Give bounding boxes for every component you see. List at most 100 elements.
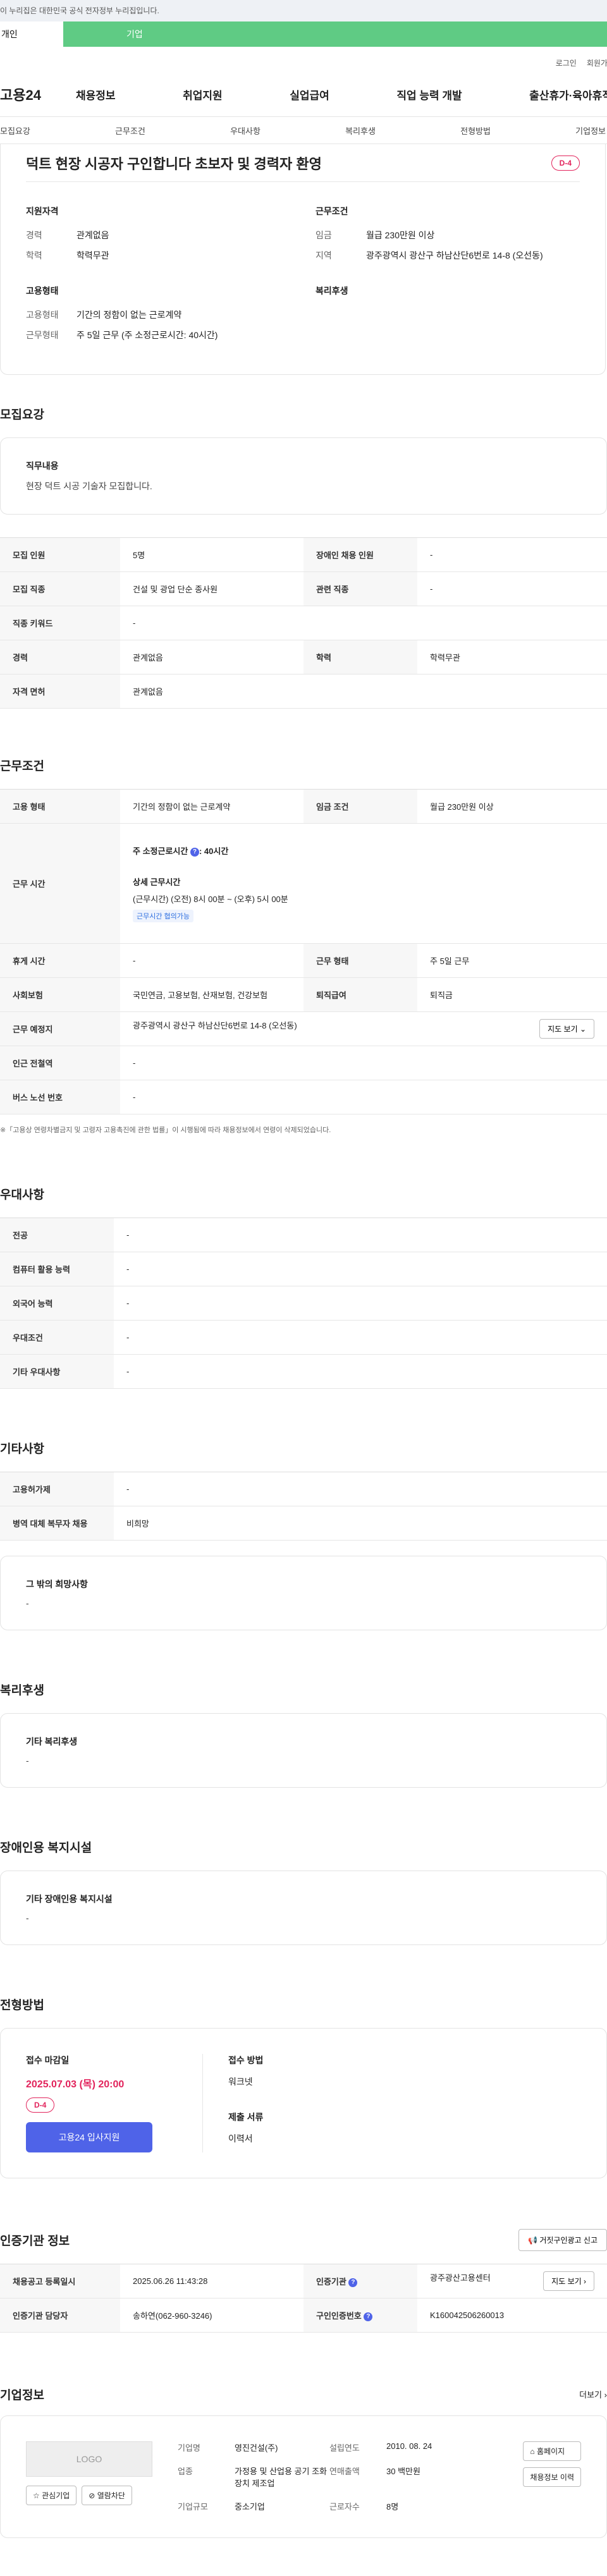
menu-jobs[interactable]: 채용정보 [76, 87, 116, 102]
anchor-conditions[interactable]: 근무조건 [115, 125, 145, 137]
homepage-button[interactable]: ⌂ 홈페이지 [523, 2441, 581, 2461]
employment-heading: 고용형태 [26, 286, 59, 296]
summary-grid: 지원자격 경력 관계없음 학력 학력무관 근무조건 임금 월급 230만원 이상 지역… [26, 182, 580, 349]
util-links: 로그인 회원가입 [0, 53, 607, 72]
apply-button[interactable]: 고용24 입사지원 [26, 2122, 152, 2152]
table-cell: 건설 및 광업 단순 종사원 [120, 571, 304, 606]
dday-badge: D-4 [26, 2097, 55, 2113]
summary-welfare: 복리후생 [316, 284, 580, 349]
anchor-preferences[interactable]: 우대사항 [230, 125, 261, 137]
table-cell: - [114, 1320, 607, 1355]
tab-company[interactable]: 기업 [63, 21, 253, 47]
block-button[interactable]: ⊘ 열람차단 [82, 2486, 132, 2505]
menu-unemployment-benefit[interactable]: 실업급여 [290, 87, 329, 102]
info-key: 연매출액 [329, 2467, 360, 2476]
menu-parental-leave[interactable]: 출산휴가·육아휴직 [529, 87, 607, 102]
preferences-table: 전공 - 컴퓨터 활용 능력 - 외국어 능력 - 우대조건 - 기타 우대사항 - [0, 1218, 607, 1389]
summary-value: 월급 230만원 이상 [366, 230, 435, 240]
menu-vocational-training[interactable]: 직업 능력 개발 [396, 87, 462, 102]
agency-header: 인증기관 정보 📢 거짓구인광고 신고 [0, 2229, 607, 2251]
etc-box-heading: 그 밖의 희망사항 [26, 1579, 88, 1589]
disability-box: 기타 장애인용 복지시설 - [0, 1871, 607, 1945]
report-button[interactable]: 📢 거짓구인광고 신고 [518, 2229, 607, 2251]
table-row: 기타 우대사항 - [0, 1354, 607, 1389]
like-button[interactable]: ☆ 관심기업 [26, 2486, 77, 2505]
info-value: 중소기업 [235, 2502, 265, 2512]
duty-box: 직무내용 현장 덕트 시공 기술자 모집합니다. [0, 437, 607, 515]
history-button[interactable]: 채용정보 이력 [523, 2467, 581, 2487]
table-header-cell: 고용 형태 [0, 789, 120, 824]
page-bottom-spacer [0, 2538, 607, 2576]
welfare-heading: 복리후생 [316, 286, 348, 296]
table-header-cell: 인근 전철역 [0, 1046, 120, 1080]
etc-box-value: - [26, 1598, 29, 1608]
anchor-recruit[interactable]: 모집요강 [0, 125, 30, 137]
info-value: 가정용 및 산업용 공기 조화장치 제조업 [235, 2467, 328, 2488]
table-row: 모집 인원 5명 장애인 채용 인원 - [0, 537, 607, 572]
table-header-cell: 자격 면허 [0, 674, 120, 709]
table-header-cell: 직종 키워드 [0, 606, 120, 640]
table-row: 전공 - [0, 1218, 607, 1252]
tab-personal[interactable]: 개인 [0, 21, 63, 47]
summary-key: 고용형태 [26, 310, 59, 320]
table-header-cell: 전공 [0, 1218, 114, 1252]
table-header-cell: 모집 인원 [0, 537, 120, 572]
more-link[interactable]: 더보기 › [579, 2388, 607, 2400]
apply-deadline-area: 접수 마감일 2025.07.03 (목) 20:00 D-4 고용24 입사지… [26, 2054, 203, 2152]
info-value: 영진건설(주) [235, 2443, 278, 2453]
duty-text: 현장 덕트 시공 기술자 모집합니다. [26, 481, 152, 491]
section-title-preferences: 우대사항 [0, 1188, 44, 1202]
agency-map-button[interactable]: 지도 보기 › [543, 2271, 594, 2291]
table-row: 고용허가제 - [0, 1472, 607, 1506]
table-row: 사회보험 국민연금, 고용보험, 산재보험, 건강보험 퇴직급여 퇴직금 [0, 977, 607, 1012]
sales-value: 30 백만원 [386, 2467, 420, 2476]
anchor-selection[interactable]: 전형방법 [460, 125, 491, 137]
table-row: 자격 면허 관계없음 [0, 674, 607, 709]
agency-table: 채용공고 등록일시 2025.06.26 11:43:28 인증기관 ? 광주광산고용… [0, 2264, 607, 2333]
detail-hours-label: 상세 근무시간 [133, 877, 181, 887]
section-title-recruit: 모집요강 [0, 408, 44, 422]
work-table: 고용 형태 기간의 정함이 없는 근로계약 임금 조건 월급 230만원 이상 근무 … [0, 789, 607, 1114]
table-cell: - [417, 537, 607, 572]
table-cell: 월급 230만원 이상 [417, 789, 607, 824]
table-row: 외국어 능력 - [0, 1286, 607, 1321]
anchor-company[interactable]: 기업정보 [575, 125, 606, 137]
map-button[interactable]: 지도 보기 ⌄ [539, 1019, 594, 1039]
table-header-cell: 근무 예정지 [0, 1011, 120, 1046]
help-icon[interactable]: ? [364, 2312, 373, 2321]
map-button-label: 지도 보기 [548, 1025, 578, 1034]
company-info: 기업명 영진건설(주) 설립연도 2010. 08. 24 업종 가정용 및 산업용 … [178, 2441, 498, 2512]
table-cell: - [114, 1472, 607, 1506]
table-header-cell: 퇴직급여 [304, 977, 417, 1012]
anchor-welfare[interactable]: 복리후생 [345, 125, 376, 137]
summary-value: 관계없음 [77, 230, 109, 240]
table-row: 모집 직종 건설 및 광업 단순 종사원 관련 직종 - [0, 571, 607, 606]
chevron-down-icon: ⌄ [579, 1025, 586, 1034]
summary-key: 근무형태 [26, 330, 59, 340]
megaphone-icon: 📢 [528, 2236, 537, 2245]
table-header-cell: 휴게 시간 [0, 943, 120, 978]
signup-link[interactable]: 회원가입 [587, 58, 607, 68]
table-row: 고용 형태 기간의 정함이 없는 근로계약 임금 조건 월급 230만원 이상 [0, 789, 607, 824]
company-side-buttons: ⌂ 홈페이지 채용정보 이력 [523, 2441, 581, 2512]
table-cell: - [114, 1252, 607, 1286]
table-cell: - [114, 1354, 607, 1389]
table-header-cell: 채용공고 등록일시 [0, 2264, 120, 2298]
help-icon[interactable]: ? [190, 847, 199, 857]
homepage-label: 홈페이지 [537, 2447, 565, 2456]
table-cell: - [417, 571, 607, 606]
weekly-hours-label: 주 소정근로시간 [133, 846, 188, 856]
table-cell: 주 5일 근무 [417, 943, 607, 978]
login-link[interactable]: 로그인 [556, 58, 577, 68]
agency-no-label: 구인인증번호 [316, 2311, 362, 2321]
table-cell: - [120, 1046, 607, 1080]
menu-employment-support[interactable]: 취업지원 [183, 87, 223, 102]
info-value: 8명 [386, 2502, 399, 2512]
age-note: ※「고용상 연령차별금지 및 고령자 고용촉진에 관한 법률」이 시행됨에 따라… [0, 1126, 331, 1134]
table-header-cell: 임금 조건 [304, 789, 417, 824]
site-logo[interactable]: 고용24 [0, 84, 76, 104]
chevron-right-icon: › [604, 2390, 607, 2400]
help-icon[interactable]: ? [348, 2278, 358, 2287]
agency-org-value: 광주광산고용센터 [430, 2273, 491, 2283]
summary-row: 고용형태 기간의 정함이 없는 근로계약 [26, 308, 290, 321]
